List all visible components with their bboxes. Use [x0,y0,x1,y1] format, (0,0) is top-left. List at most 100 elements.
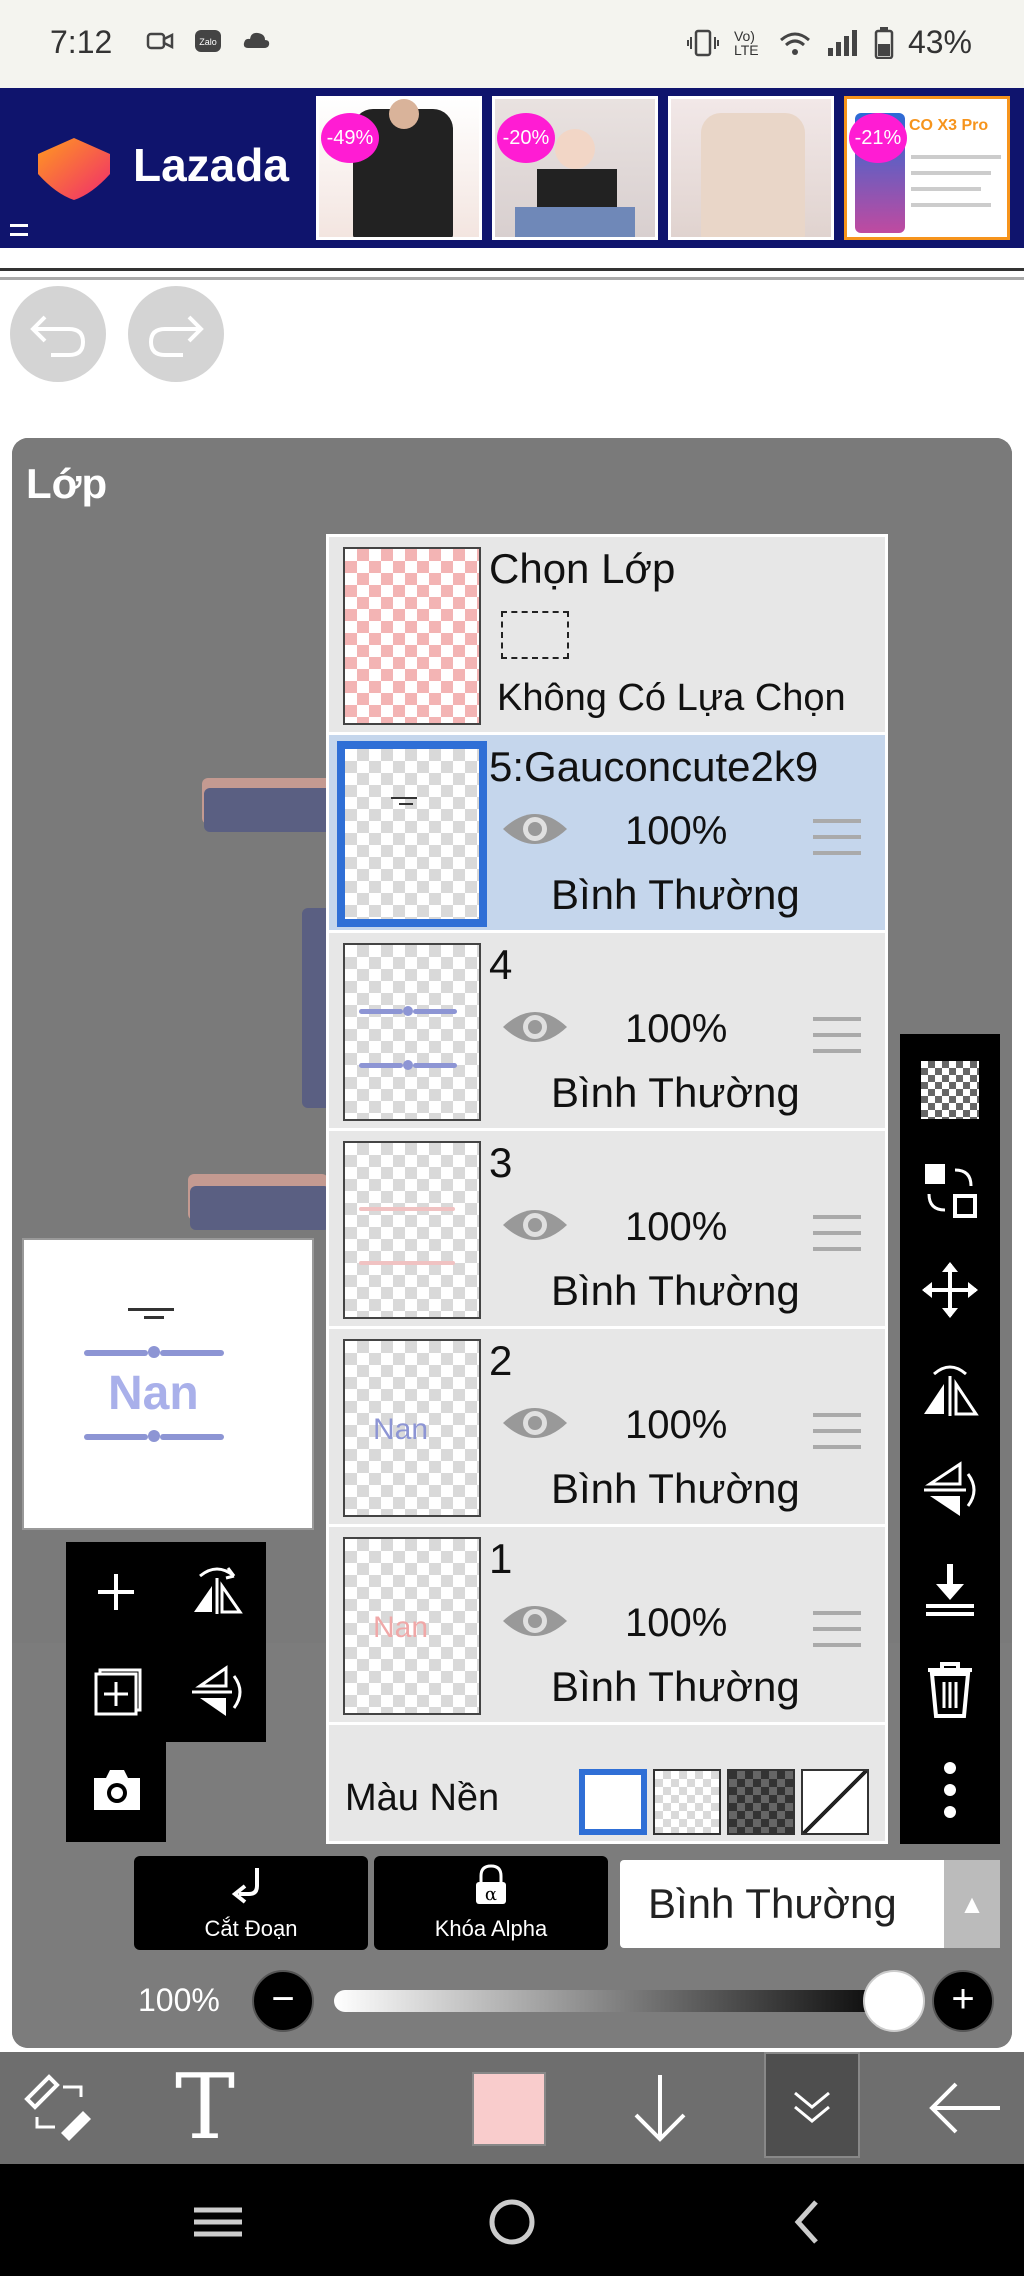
layer-row[interactable]: Nan 1 100% Bình Thường [329,1527,885,1725]
layer-thumbnail [343,1141,481,1319]
layer-row[interactable]: 5:Gauconcute2k9 100% Bình Thường [329,735,885,933]
opacity-increase-button[interactable]: + [932,1970,994,2032]
opacity-decrease-button[interactable]: − [252,1970,314,2032]
layer-tools-sidebar [900,1034,1000,1844]
canvas-shape [204,788,334,832]
signal-icon [827,29,857,56]
layer-blend-mode: Bình Thường [551,1069,800,1116]
cloud-icon [243,32,270,48]
zalo-icon: Zalo [195,30,221,52]
clipping-button[interactable]: Cắt Đoạn [134,1856,368,1950]
ad-brand: Lazada [133,139,289,191]
undo-icon [30,315,86,357]
background-white-swatch[interactable] [579,1769,647,1835]
ad-product[interactable] [668,96,834,240]
status-notification-icons: Zalo [145,26,271,56]
undo-button[interactable] [10,286,106,382]
divider [0,268,1024,280]
camera-icon[interactable] [90,1766,144,1814]
opacity-value: 100% [138,1982,220,2018]
redo-button[interactable] [128,286,224,382]
transform-layer-icon[interactable] [918,1158,982,1222]
flip-vertical-icon[interactable] [188,1664,246,1720]
recent-apps-icon[interactable] [188,2192,248,2252]
layer-opacity: 100% [625,1205,728,1249]
background-transparent-swatch[interactable] [653,1769,721,1835]
ad-banner[interactable]: Lazada -49% -20% CO X3 Pro -21% [0,88,1024,248]
eye-icon[interactable] [501,1005,569,1049]
flip-vertical-icon[interactable] [918,1458,982,1522]
layer-blend-mode: Bình Thường [551,1267,800,1314]
clipping-icon [231,1868,259,1904]
blend-mode-value: Bình Thường [648,1880,897,1927]
drag-handle-icon[interactable] [813,819,861,855]
opacity-slider-thumb[interactable] [863,1970,925,2032]
flip-horizontal-icon[interactable] [188,1564,246,1616]
layer-opacity: 100% [625,1403,728,1447]
opacity-slider[interactable] [334,1990,904,2012]
ad-product[interactable]: -20% [492,96,658,240]
current-color-swatch[interactable] [472,2072,546,2146]
canvas-preview[interactable]: Nan [22,1238,314,1530]
back-arrow-icon[interactable] [920,2052,1010,2164]
layer-list: Chọn Lớp Không Có Lựa Chọn 5:Gauconcute2… [326,534,888,1844]
eye-icon[interactable] [501,1203,569,1247]
layer-panel: Lớp Nan Chọn Lớp Không Có Lựa Chọn 5:Gau… [12,438,1012,2048]
background-dark-checker-swatch[interactable] [727,1769,795,1835]
vibrate-icon [686,29,719,56]
selection-tool-icon[interactable] [14,2052,104,2164]
text-tool-button[interactable]: T [160,2052,250,2164]
background-color-row: Màu Nền [329,1757,885,1841]
system-nav-bar [0,2164,1024,2276]
move-icon[interactable] [918,1258,982,1322]
alpha-lock-button[interactable]: α Khóa Alpha [374,1856,608,1950]
drag-handle-icon[interactable] [813,1215,861,1251]
layer-name: 4 [489,941,513,988]
volte-icon: Vo) LTE [733,27,759,58]
flip-horizontal-icon[interactable] [918,1358,982,1422]
alpha-lock-label: Khóa Alpha [434,1916,548,1941]
thumbnail-text: Nan [373,1413,429,1446]
preview-text: Nan [108,1367,199,1420]
layer-blend-mode: Bình Thường [551,871,800,918]
layer-name: 3 [489,1139,513,1186]
eye-icon[interactable] [501,1599,569,1643]
layer-opacity: 100% [625,1601,728,1645]
merge-down-icon[interactable] [918,1558,982,1622]
layer-panel-toggle-button[interactable] [764,2052,860,2158]
back-icon[interactable] [778,2192,838,2252]
arrow-down-icon[interactable] [620,2052,700,2164]
layer-row[interactable]: 4 100% Bình Thường [329,933,885,1131]
home-icon[interactable] [482,2192,542,2252]
battery-percent: 43% [907,24,972,60]
duplicate-layer-icon[interactable] [92,1666,144,1718]
ad-product[interactable]: -49% [316,96,482,240]
layer-row[interactable]: 3 100% Bình Thường [329,1131,885,1329]
more-options-icon[interactable] [918,1758,982,1822]
status-time: 7:12 [50,24,113,60]
layer-row[interactable]: Nan 2 100% Bình Thường [329,1329,885,1527]
selection-layer-row[interactable]: Chọn Lớp Không Có Lựa Chọn [329,537,885,735]
layer-thumbnail: Nan [343,1339,481,1517]
clipping-label: Cắt Đoạn [204,1916,298,1941]
background-none-swatch[interactable] [801,1769,869,1835]
layer-blend-mode: Bình Thường [551,1465,800,1512]
blend-mode-select[interactable]: Bình Thường ▲ [620,1860,1000,1948]
discount-badge: -49% [321,113,379,163]
drag-handle-icon[interactable] [813,1017,861,1053]
layer-thumbnail [337,741,487,927]
eye-icon[interactable] [501,807,569,851]
discount-badge: -20% [497,113,555,163]
eye-icon[interactable] [501,1401,569,1445]
discount-badge: -21% [849,113,907,163]
drag-handle-icon[interactable] [813,1413,861,1449]
add-layer-icon[interactable] [92,1568,140,1616]
drag-handle-icon[interactable] [813,1611,861,1647]
ad-product[interactable]: CO X3 Pro -21% [844,96,1010,240]
triangle-up-icon: ▲ [944,1860,1000,1948]
checker-icon[interactable] [918,1058,982,1122]
trash-icon[interactable] [918,1658,982,1722]
ad-menu-icon[interactable] [10,224,28,236]
layer-thumbnail [343,943,481,1121]
battery-icon [874,26,894,59]
